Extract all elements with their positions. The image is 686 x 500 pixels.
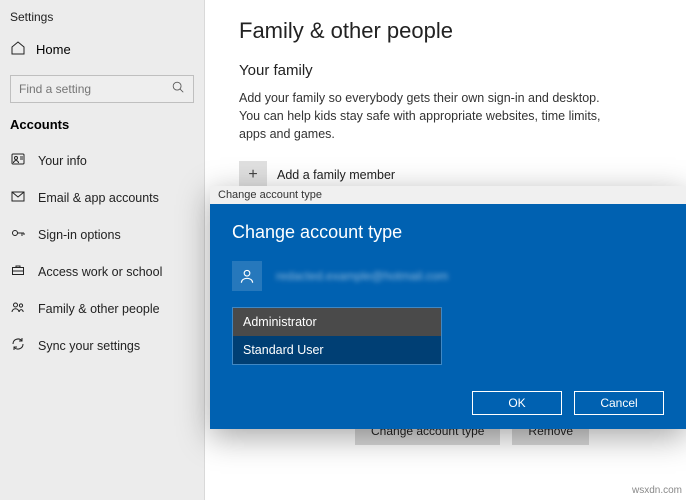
nav-label: Access work or school (38, 265, 162, 279)
add-family-label: Add a family member (277, 168, 395, 182)
avatar-icon (232, 261, 262, 291)
account-email: redacted.example@hotmail.com (276, 269, 448, 283)
change-account-type-dialog: Change account type Change account type … (210, 186, 686, 429)
user-icon (10, 151, 26, 170)
nav-email-accounts[interactable]: Email & app accounts (0, 179, 204, 216)
nav-work-school[interactable]: Access work or school (0, 253, 204, 290)
nav-label: Family & other people (38, 302, 160, 316)
page-title: Family & other people (239, 18, 652, 44)
nav-label: Your info (38, 154, 87, 168)
briefcase-icon (10, 262, 26, 281)
account-type-option-standard[interactable]: Standard User (233, 336, 441, 364)
app-title: Settings (0, 8, 204, 32)
search-input-wrap[interactable] (10, 75, 194, 103)
search-input[interactable] (19, 82, 159, 96)
account-type-option-admin[interactable]: Administrator (233, 308, 441, 336)
nav-label: Sync your settings (38, 339, 140, 353)
people-icon (10, 299, 26, 318)
family-heading: Your family (239, 62, 652, 79)
home-icon (10, 40, 26, 59)
watermark: wsxdn.com (632, 485, 682, 496)
nav-family-other[interactable]: Family & other people (0, 290, 204, 327)
dialog-heading: Change account type (232, 222, 664, 243)
nav-label: Sign-in options (38, 228, 121, 242)
nav-home-label: Home (36, 42, 71, 57)
settings-sidebar: Settings Home Accounts Your info Email (0, 0, 205, 500)
sync-icon (10, 336, 26, 355)
nav-signin-options[interactable]: Sign-in options (0, 216, 204, 253)
family-body-text: Add your family so everybody gets their … (239, 89, 619, 143)
nav-sync-settings[interactable]: Sync your settings (0, 327, 204, 364)
nav-your-info[interactable]: Your info (0, 142, 204, 179)
nav-home[interactable]: Home (0, 32, 204, 67)
ok-button[interactable]: OK (472, 391, 562, 415)
mail-icon (10, 188, 26, 207)
key-icon (10, 225, 26, 244)
nav-label: Email & app accounts (38, 191, 159, 205)
search-icon (171, 80, 185, 99)
cancel-button[interactable]: Cancel (574, 391, 664, 415)
account-type-dropdown[interactable]: Administrator Standard User (232, 307, 442, 365)
account-identity-row: redacted.example@hotmail.com (232, 261, 664, 291)
sidebar-section-label: Accounts (0, 115, 204, 142)
dialog-titlebar: Change account type (210, 186, 686, 204)
